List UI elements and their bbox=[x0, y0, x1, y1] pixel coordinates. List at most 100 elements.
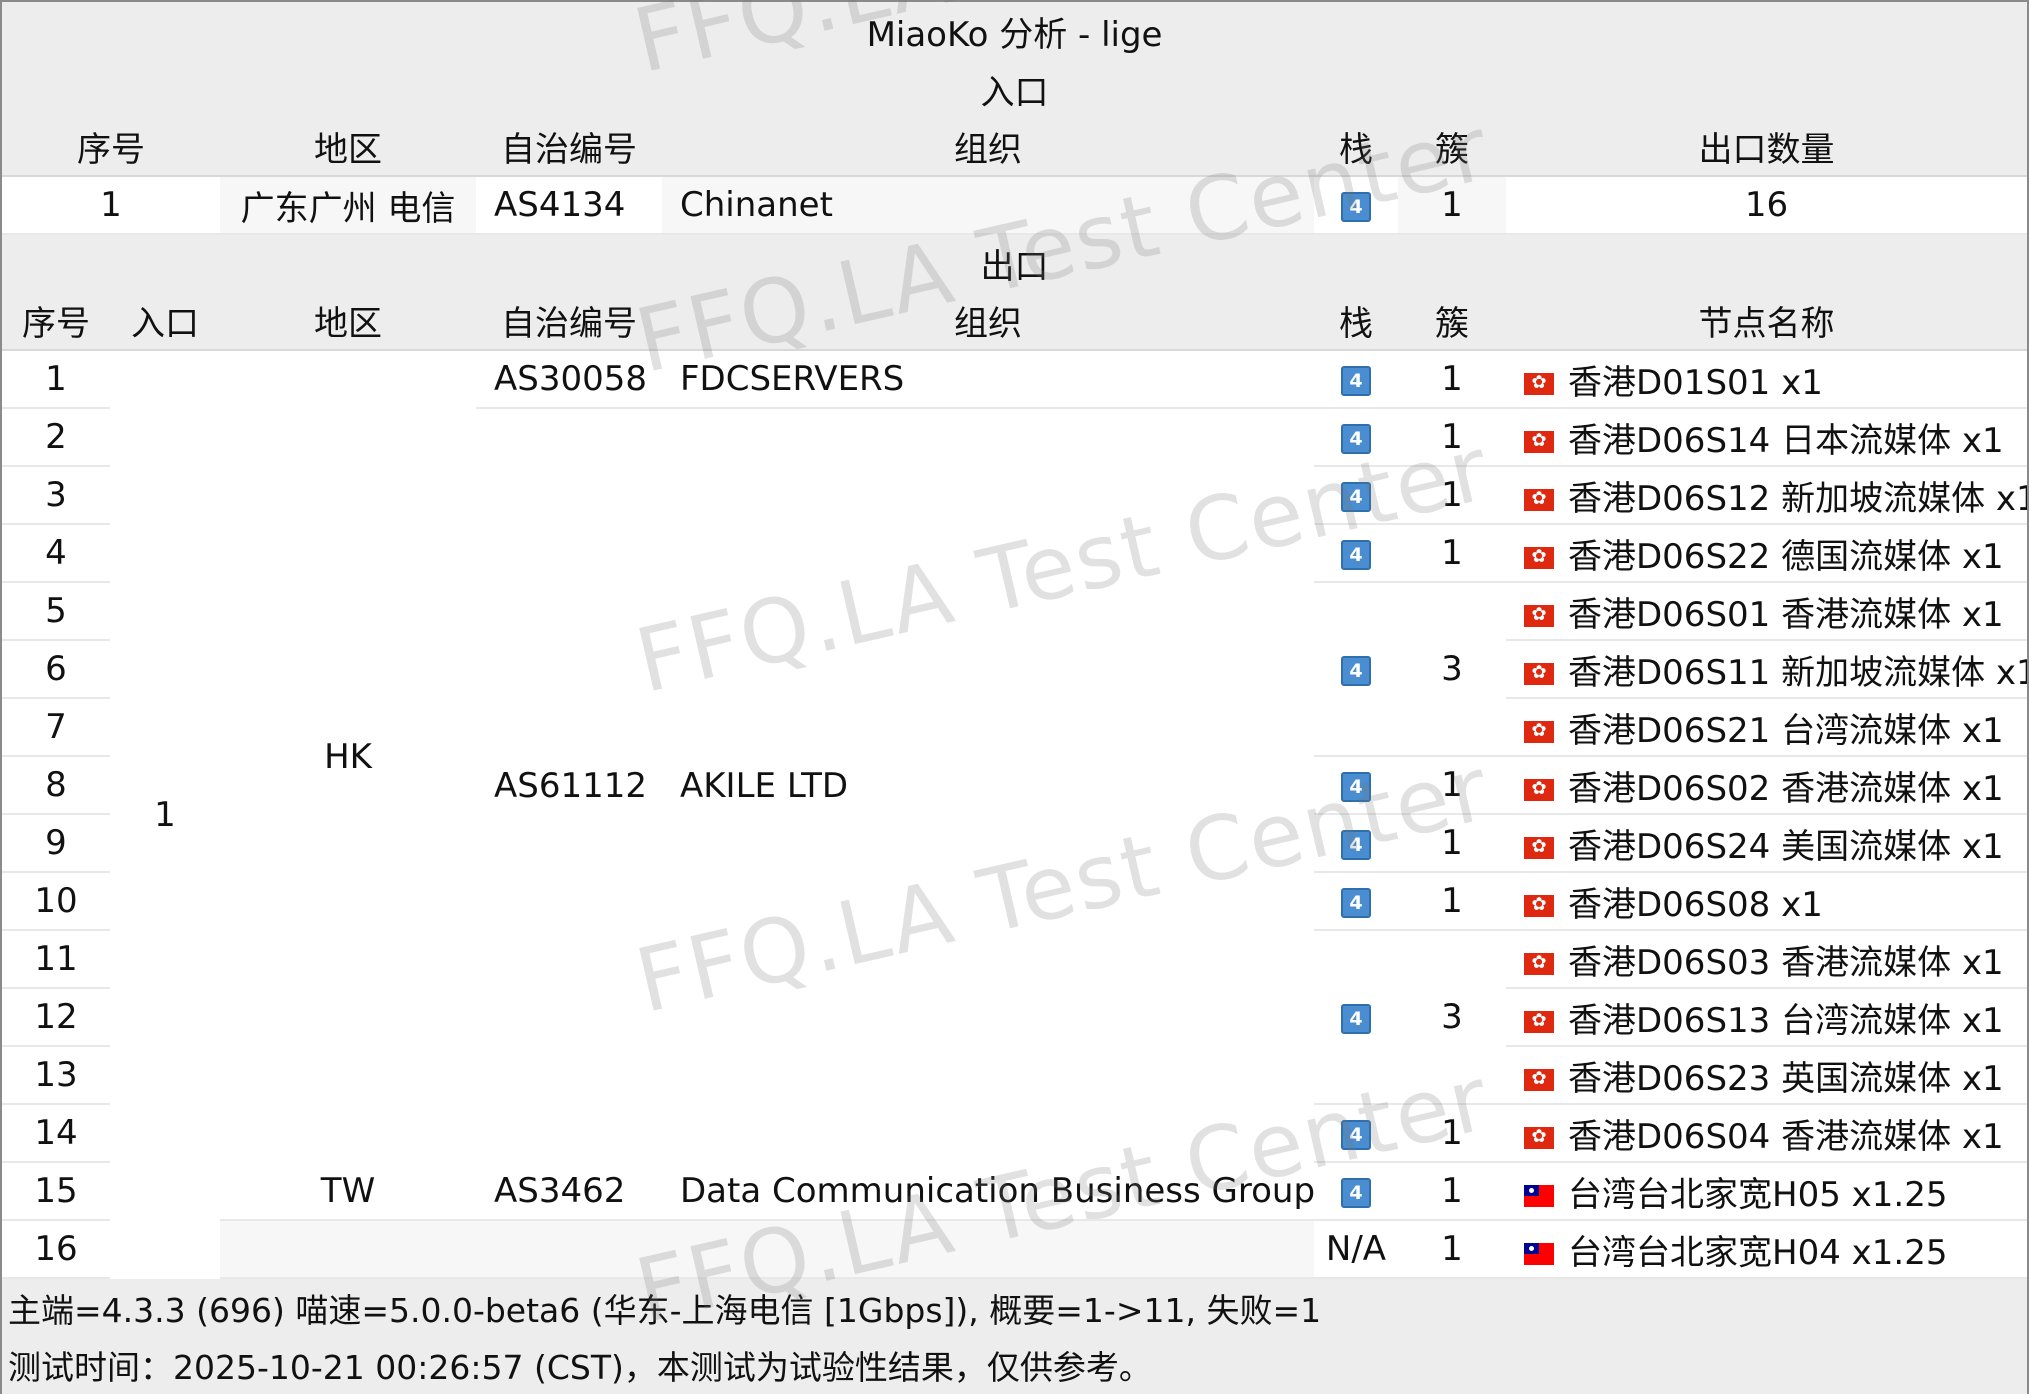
hong-kong-flag-icon bbox=[1524, 602, 1554, 628]
exit-row: 15 TW AS3462 Data Communication Business… bbox=[2, 1162, 2028, 1221]
exit-seq: 5 bbox=[2, 582, 110, 641]
exit-header-org: 组织 bbox=[662, 292, 1314, 351]
ipv4-icon: 4 bbox=[1341, 829, 1371, 860]
exit-stack-cell: 4 bbox=[1314, 408, 1398, 467]
exit-region-tw: TW bbox=[220, 1162, 476, 1221]
entry-seq: 1 bbox=[2, 176, 220, 235]
entry-cluster: 1 bbox=[1398, 176, 1506, 235]
entry-row: 1 广东广州 电信 AS4134 Chinanet 4 1 16 bbox=[2, 176, 2028, 235]
exit-seq: 3 bbox=[2, 466, 110, 525]
exit-seq: 6 bbox=[2, 640, 110, 699]
exit-header-seq: 序号 bbox=[2, 292, 110, 351]
entry-header-org: 组织 bbox=[662, 118, 1314, 177]
exit-node: 香港D01S01 x1 bbox=[1506, 350, 2028, 409]
exit-node: 香港D06S21 台湾流媒体 x1 bbox=[1506, 698, 2028, 757]
exit-stack-cell: 4 bbox=[1314, 756, 1398, 815]
exit-seq: 10 bbox=[2, 872, 110, 931]
entry-header-exit-count: 出口数量 bbox=[1506, 118, 2028, 177]
exit-section-label: 出口 bbox=[2, 234, 2028, 292]
ipv4-icon: 4 bbox=[1341, 771, 1371, 802]
exit-entry: 1 bbox=[110, 350, 220, 1278]
exit-cluster: 1 bbox=[1398, 408, 1506, 467]
exit-node: 香港D06S02 香港流媒体 x1 bbox=[1506, 756, 2028, 815]
exit-org: AKILE LTD bbox=[662, 408, 1314, 1162]
exit-node-label: 香港D06S04 香港流媒体 x1 bbox=[1568, 1116, 2004, 1157]
exit-asn: AS30058 bbox=[476, 350, 662, 409]
exit-node-label: 香港D06S01 香港流媒体 x1 bbox=[1568, 594, 2004, 635]
ipv4-icon: 4 bbox=[1341, 655, 1371, 686]
hong-kong-flag-icon bbox=[1524, 776, 1554, 802]
entry-org: Chinanet bbox=[662, 176, 1314, 235]
ipv4-icon: 4 bbox=[1341, 1177, 1371, 1208]
page-title: MiaoKo 分析 - lige bbox=[2, 2, 2028, 60]
exit-row: 1 1 HK AS30058 FDCSERVERS 4 1 香港D01S01 x… bbox=[2, 350, 2028, 1278]
ipv4-icon: 4 bbox=[1341, 1003, 1371, 1034]
exit-node-label: 香港D06S08 x1 bbox=[1568, 884, 1823, 925]
exit-cluster: 1 bbox=[1398, 1162, 1506, 1221]
exit-cluster: 1 bbox=[1398, 814, 1506, 873]
hong-kong-flag-icon bbox=[1524, 544, 1554, 570]
exit-seq: 11 bbox=[2, 930, 110, 989]
exit-region-hk: HK bbox=[220, 350, 476, 1162]
exit-node-label: 香港D06S13 台湾流媒体 x1 bbox=[1568, 1000, 2004, 1041]
hong-kong-flag-icon bbox=[1524, 892, 1554, 918]
exit-asn: AS61112 bbox=[476, 408, 662, 1162]
entry-region: 广东广州 电信 bbox=[220, 176, 476, 235]
ipv4-icon: 4 bbox=[1341, 365, 1371, 396]
footer-timestamp: 测试时间：2025-10-21 00:26:57 (CST)，本测试为试验性结果… bbox=[2, 1336, 2028, 1394]
exit-node: 香港D06S13 台湾流媒体 x1 bbox=[1506, 988, 2028, 1047]
entry-header-cluster: 簇 bbox=[1398, 118, 1506, 177]
hong-kong-flag-icon bbox=[1524, 834, 1554, 860]
exit-node: 香港D06S04 香港流媒体 x1 bbox=[1506, 1104, 2028, 1163]
exit-seq: 12 bbox=[2, 988, 110, 1047]
hong-kong-flag-icon bbox=[1524, 428, 1554, 454]
exit-node: 香港D06S03 香港流媒体 x1 bbox=[1506, 930, 2028, 989]
hong-kong-flag-icon bbox=[1524, 1066, 1554, 1092]
exit-node-label: 香港D06S21 台湾流媒体 x1 bbox=[1568, 710, 2004, 751]
exit-header-asn: 自治编号 bbox=[476, 292, 662, 351]
entry-header-stack: 栈 bbox=[1314, 118, 1398, 177]
exit-node: 香港D06S08 x1 bbox=[1506, 872, 2028, 931]
exit-stack-cell: 4 bbox=[1314, 872, 1398, 931]
exit-stack-cell: 4 bbox=[1314, 466, 1398, 525]
entry-header-asn: 自治编号 bbox=[476, 118, 662, 177]
exit-node-label: 香港D01S01 x1 bbox=[1568, 362, 1823, 403]
exit-node-label: 香港D06S12 新加坡流媒体 x1 bbox=[1568, 478, 2028, 519]
exit-seq: 16 bbox=[2, 1220, 110, 1279]
exit-row: 16 N/A 1 台湾台北家宽H04 x1.25 bbox=[2, 1220, 2028, 1279]
exit-seq: 1 bbox=[2, 350, 110, 409]
exit-node: 台湾台北家宽H04 x1.25 bbox=[1506, 1220, 2028, 1279]
entry-asn: AS4134 bbox=[476, 176, 662, 235]
exit-seq: 14 bbox=[2, 1104, 110, 1163]
exit-seq: 2 bbox=[2, 408, 110, 467]
exit-header-cluster: 簇 bbox=[1398, 292, 1506, 351]
exit-node-label: 香港D06S24 美国流媒体 x1 bbox=[1568, 826, 2004, 867]
exit-node-label: 香港D06S14 日本流媒体 x1 bbox=[1568, 420, 2004, 461]
entry-stack-cell: 4 bbox=[1314, 176, 1398, 235]
exit-cluster: 1 bbox=[1398, 872, 1506, 931]
entry-header-seq: 序号 bbox=[2, 118, 220, 177]
exit-header-entry: 入口 bbox=[110, 292, 220, 351]
exit-org-empty bbox=[662, 1220, 1314, 1279]
exit-stack-cell: 4 bbox=[1314, 524, 1398, 583]
exit-node: 香港D06S22 德国流媒体 x1 bbox=[1506, 524, 2028, 583]
footer-info: 主端=4.3.3 (696) 喵速=5.0.0-beta6 (华东-上海电信 [… bbox=[2, 1278, 2028, 1336]
exit-stack-cell: 4 bbox=[1314, 1104, 1398, 1163]
result-table: MiaoKo 分析 - lige 入口 序号 地区 自治编号 组织 栈 簇 出口… bbox=[2, 2, 2028, 1394]
result-sheet: MiaoKo 分析 - lige 入口 序号 地区 自治编号 组织 栈 簇 出口… bbox=[0, 0, 2029, 1394]
exit-node-label: 香港D06S22 德国流媒体 x1 bbox=[1568, 536, 2004, 577]
exit-node: 香港D06S24 美国流媒体 x1 bbox=[1506, 814, 2028, 873]
hong-kong-flag-icon bbox=[1524, 1124, 1554, 1150]
exit-seq: 4 bbox=[2, 524, 110, 583]
entry-exit-count: 16 bbox=[1506, 176, 2028, 235]
exit-cluster: 3 bbox=[1398, 930, 1506, 1105]
exit-node-label: 香港D06S11 新加坡流媒体 x1 bbox=[1568, 652, 2028, 693]
ipv4-icon: 4 bbox=[1341, 1119, 1371, 1150]
hong-kong-flag-icon bbox=[1524, 660, 1554, 686]
taiwan-flag-icon bbox=[1524, 1243, 1554, 1265]
exit-cluster: 1 bbox=[1398, 756, 1506, 815]
exit-asn: AS3462 bbox=[476, 1162, 662, 1221]
exit-region-empty bbox=[220, 1220, 476, 1279]
exit-asn-empty bbox=[476, 1220, 662, 1279]
exit-node: 香港D06S14 日本流媒体 x1 bbox=[1506, 408, 2028, 467]
